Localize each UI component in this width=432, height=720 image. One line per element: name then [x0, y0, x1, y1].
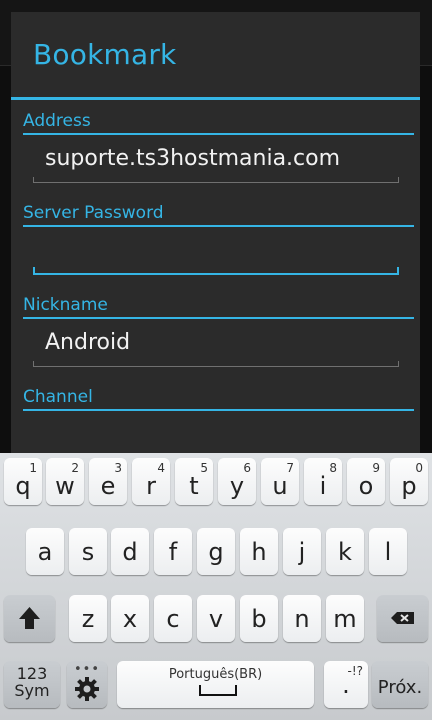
key-label: e	[100, 472, 116, 500]
key-label: o	[358, 472, 374, 500]
server-password-tick-left	[33, 267, 35, 275]
nickname-label: Nickname	[23, 295, 108, 315]
key-y[interactable]: 6y	[218, 458, 256, 505]
key-b[interactable]: b	[240, 595, 278, 642]
key-label: t	[189, 472, 199, 500]
key-label: n	[294, 605, 310, 633]
address-underline	[33, 182, 399, 183]
key-q[interactable]: 1q	[4, 458, 42, 505]
next-action-label: Próx.	[377, 677, 423, 698]
key-label: d	[122, 538, 138, 566]
space-bar-icon	[199, 685, 237, 696]
gear-icon	[75, 677, 99, 701]
key-label: f	[168, 538, 178, 566]
key-label: i	[319, 472, 327, 500]
address-tick-right	[398, 177, 399, 183]
key-label: x	[122, 605, 138, 633]
bookmark-dialog: Bookmark Address suporte.ts3hostmania.co…	[11, 12, 420, 454]
dialog-title: Bookmark	[33, 38, 177, 71]
key-label: a	[37, 538, 53, 566]
symbols-key[interactable]: 123 Sym	[4, 661, 60, 708]
key-label: s	[81, 538, 95, 566]
key-o[interactable]: 9o	[347, 458, 385, 505]
key-r[interactable]: 4r	[132, 458, 170, 505]
key-label: p	[401, 472, 417, 500]
address-field[interactable]: suporte.ts3hostmania.com	[33, 143, 399, 183]
key-d[interactable]: d	[111, 528, 149, 575]
key-label: z	[81, 605, 95, 633]
key-l[interactable]: l	[369, 528, 407, 575]
key-m[interactable]: m	[326, 595, 364, 642]
symbols-key-label: 123 Sym	[4, 665, 60, 699]
server-password-underline	[33, 273, 399, 275]
server-password-divider	[23, 225, 414, 227]
key-p[interactable]: 0p	[390, 458, 428, 505]
key-label: m	[333, 605, 357, 633]
server-password-tick-right	[397, 267, 399, 275]
nickname-tick-right	[398, 361, 399, 367]
key-k[interactable]: k	[326, 528, 364, 575]
key-j[interactable]: j	[283, 528, 321, 575]
address-label: Address	[23, 111, 91, 131]
key-w[interactable]: 2w	[46, 458, 84, 505]
space-key[interactable]: Português(BR)	[117, 661, 314, 708]
nickname-tick-left	[33, 361, 34, 367]
next-action-key[interactable]: Próx.	[372, 661, 428, 708]
key-label: y	[229, 472, 245, 500]
title-divider	[11, 97, 420, 100]
key-label: l	[384, 538, 392, 566]
key-g[interactable]: g	[197, 528, 235, 575]
nickname-field[interactable]: Android	[33, 327, 399, 367]
key-u[interactable]: 7u	[261, 458, 299, 505]
soft-keyboard: 1q 2w 3e 4r 5t 6y 7u 8i 9o 0p a s d f g …	[0, 453, 432, 720]
channel-divider	[23, 409, 414, 411]
key-x[interactable]: x	[111, 595, 149, 642]
channel-label: Channel	[23, 387, 93, 407]
key-v[interactable]: v	[197, 595, 235, 642]
backspace-icon	[391, 612, 414, 624]
key-c[interactable]: c	[154, 595, 192, 642]
key-a[interactable]: a	[26, 528, 64, 575]
settings-key[interactable]: •••	[67, 661, 107, 708]
period-key[interactable]: -!? .	[324, 661, 368, 708]
key-label: r	[146, 472, 156, 500]
key-label: j	[298, 538, 306, 566]
key-i[interactable]: 8i	[304, 458, 342, 505]
shift-arrow-icon	[19, 607, 40, 629]
address-tick-left	[33, 177, 34, 183]
key-e[interactable]: 3e	[89, 458, 127, 505]
key-label: b	[251, 605, 267, 633]
key-label: u	[272, 472, 288, 500]
shift-key[interactable]	[4, 595, 55, 642]
key-label: v	[208, 605, 224, 633]
nickname-divider	[23, 317, 414, 319]
key-label: c	[166, 605, 180, 633]
key-label: q	[15, 472, 31, 500]
period-label: .	[342, 671, 350, 699]
symbols-line2: Sym	[14, 681, 50, 700]
address-value: suporte.ts3hostmania.com	[45, 146, 341, 171]
key-s[interactable]: s	[69, 528, 107, 575]
key-label: w	[55, 472, 75, 500]
key-label: h	[251, 538, 267, 566]
key-label: k	[338, 538, 352, 566]
key-label: g	[208, 538, 224, 566]
server-password-field[interactable]	[33, 235, 399, 275]
key-f[interactable]: f	[154, 528, 192, 575]
key-z[interactable]: z	[69, 595, 107, 642]
key-n[interactable]: n	[283, 595, 321, 642]
nickname-underline	[33, 366, 399, 367]
nickname-value: Android	[45, 330, 131, 355]
server-password-label: Server Password	[23, 203, 164, 223]
space-language: Português(BR)	[168, 667, 263, 682]
key-t[interactable]: 5t	[175, 458, 213, 505]
address-divider	[23, 133, 414, 135]
backspace-key[interactable]	[377, 595, 428, 642]
key-h[interactable]: h	[240, 528, 278, 575]
